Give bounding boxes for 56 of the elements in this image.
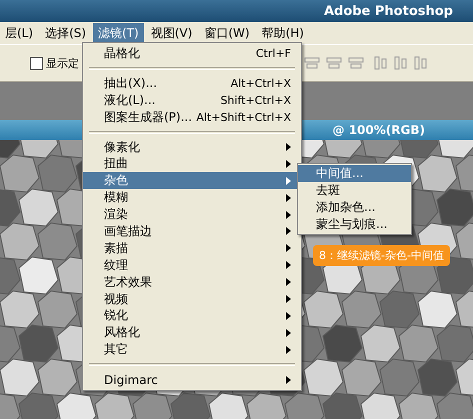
- menu-option-label: 素描: [104, 240, 129, 257]
- submenu-option[interactable]: 扭曲: [83, 155, 301, 172]
- menu-item[interactable]: 视图(V): [146, 22, 198, 44]
- menu-option-label: 模糊: [104, 189, 129, 206]
- menu-option[interactable]: 添加杂色...: [298, 199, 411, 216]
- submenu-option[interactable]: 锐化: [83, 307, 301, 324]
- menu-option[interactable]: 中间值...: [298, 165, 411, 182]
- menu-option[interactable]: 液化(L)... Shift+Ctrl+X: [83, 92, 301, 109]
- menu-option-label: 晶格化: [104, 44, 141, 62]
- submenu-arrow-icon: [286, 376, 291, 384]
- menu-option-label: 图案生成器(P)...: [104, 108, 194, 126]
- submenu-arrow-icon: [286, 143, 291, 151]
- menu-item[interactable]: 窗口(W): [199, 22, 255, 44]
- submenu-option[interactable]: 素描: [83, 240, 301, 257]
- submenu-option[interactable]: 艺术效果: [83, 274, 301, 291]
- menu-item[interactable]: 滤镜(T): [93, 22, 144, 44]
- submenu-option[interactable]: 模糊: [83, 189, 301, 206]
- submenu-option[interactable]: 画笔描边: [83, 223, 301, 240]
- menu-item[interactable]: 选择(S): [40, 22, 92, 44]
- menu-option-label: 液化(L)...: [104, 92, 156, 109]
- submenu-option[interactable]: 风格化: [83, 324, 301, 342]
- submenu-option[interactable]: 像素化: [83, 138, 301, 156]
- menu-item[interactable]: 帮助(H): [256, 22, 309, 44]
- menu-option-label: 锐化: [104, 307, 129, 324]
- menu-option[interactable]: 晶格化 Ctrl+F: [83, 45, 301, 62]
- menu-option-label: 杂色: [104, 172, 129, 190]
- shortcut-text: Alt+Shift+Ctrl+X: [196, 110, 291, 124]
- menu-option-label: Digimarc: [104, 372, 159, 387]
- checkbox[interactable]: [30, 56, 43, 70]
- submenu-option[interactable]: 其它: [83, 341, 301, 358]
- menu-option-label: 风格化: [104, 324, 141, 342]
- submenu-option[interactable]: 纹理: [83, 256, 301, 274]
- menu-option-label: 渲染: [104, 206, 129, 224]
- checkbox-label: 显示定: [46, 56, 79, 70]
- submenu-option[interactable]: Digimarc: [83, 371, 301, 388]
- submenu-option[interactable]: 渲染: [83, 206, 301, 224]
- shortcut-text: Shift+Ctrl+X: [220, 94, 291, 107]
- menu-option-label: 抽出(X)...: [104, 74, 158, 92]
- menu-option-label: 像素化: [104, 138, 141, 156]
- document-title: @ 100%(RGB): [332, 123, 425, 137]
- menu-option[interactable]: 图案生成器(P)... Alt+Shift+Ctrl+X: [83, 108, 301, 126]
- shortcut-text: Alt+Ctrl+X: [230, 76, 291, 90]
- menu-option[interactable]: 蒙尘与划痕...: [298, 216, 411, 233]
- window-title: Adobe Photoshop: [324, 4, 453, 18]
- menu-option-label: 画笔描边: [104, 222, 153, 240]
- step-badge: 8：继续滤镜-杂色-中间值: [313, 245, 450, 266]
- menu-option-label: 其它: [104, 341, 129, 358]
- submenu-option[interactable]: 视频: [83, 290, 301, 308]
- menu-option-label: 艺术效果: [104, 274, 153, 291]
- menu-option-label: 扭曲: [104, 155, 129, 172]
- menu-option-label: 视频: [104, 290, 129, 308]
- menu-item[interactable]: 层(L): [0, 22, 38, 44]
- menu-option[interactable]: 去斑: [298, 182, 411, 199]
- menu-option-label: 纹理: [104, 256, 129, 274]
- shortcut-text: Ctrl+F: [256, 46, 291, 60]
- menu-option[interactable]: 抽出(X)... Alt+Ctrl+X: [83, 74, 301, 92]
